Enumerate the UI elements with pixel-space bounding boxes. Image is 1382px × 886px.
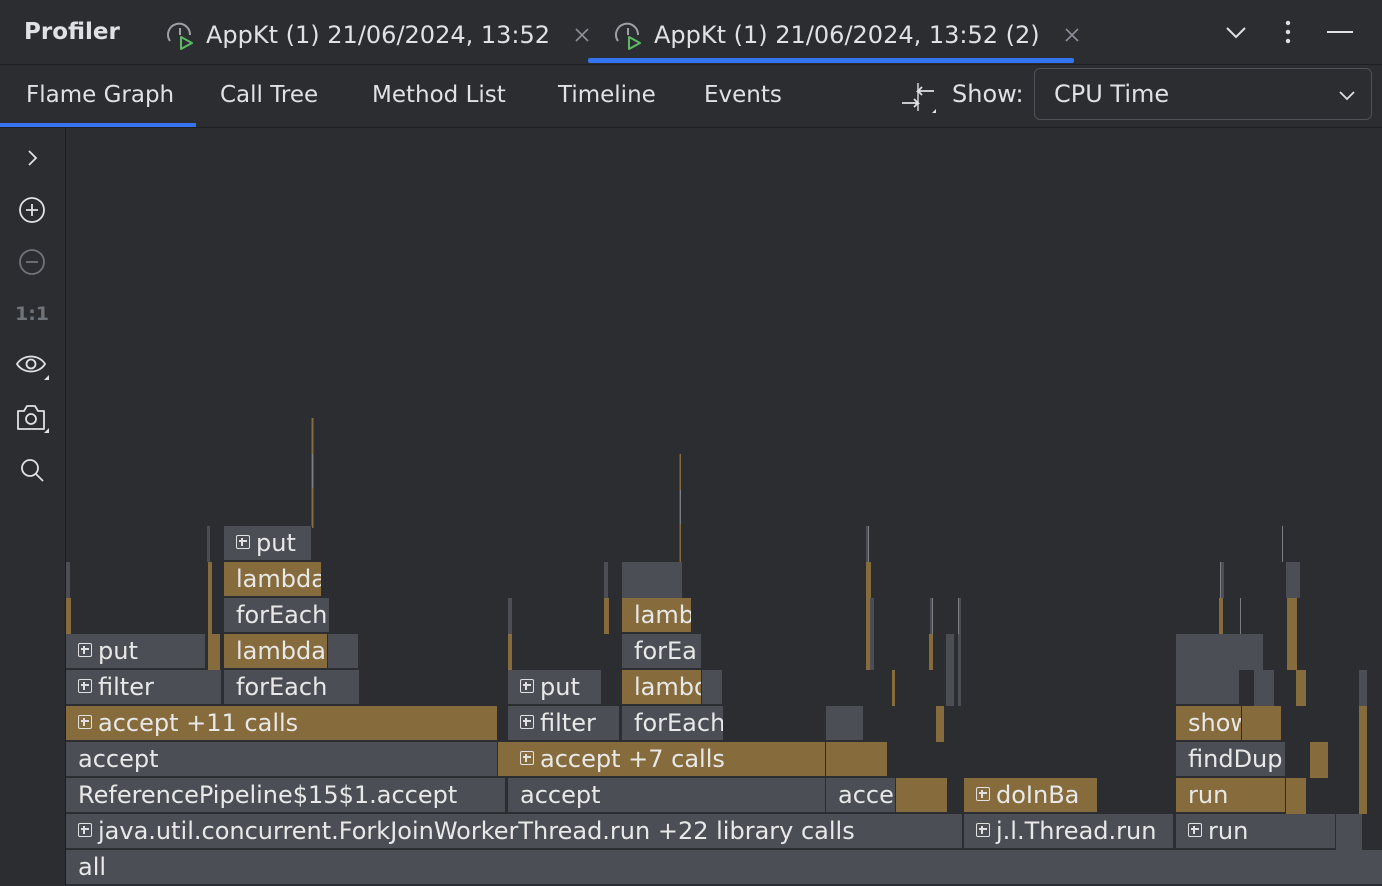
expand-frame-icon [520,679,534,693]
minimize-icon[interactable] [1326,18,1354,46]
chevron-down-icon [1339,91,1355,101]
flame-frame[interactable]: findDup [1176,742,1286,776]
more-vertical-icon[interactable] [1274,18,1302,46]
compare-arrows-icon[interactable] [898,79,938,115]
profiler-snapshot-icon [615,22,641,50]
flame-frame-root[interactable]: all [66,850,1382,884]
chevron-right-icon [28,150,38,166]
flame-frame[interactable]: lambda [224,562,322,596]
tab-timeline[interactable]: Timeline [558,82,656,108]
profiler-snapshot-icon [167,22,193,50]
flame-frame[interactable] [826,742,888,776]
zoom-in-icon [19,197,45,223]
flame-frame[interactable]: acce [826,778,896,812]
flame-frame[interactable]: forEach [622,706,724,740]
tab-method-list[interactable]: Method List [372,82,506,108]
camera-icon [17,405,49,433]
expand-frame-icon [236,535,250,549]
reset-zoom-button[interactable]: 1:1 [14,296,50,332]
flame-frame[interactable] [328,634,358,668]
flame-frame[interactable] [498,742,508,776]
show-metric-value: CPU Time [1054,80,1170,108]
left-toolbar: 1:1 [0,128,66,886]
flame-graph[interactable]: all java.util.concurrent.ForkJoinWorkerT… [66,128,1382,886]
zoom-out-button[interactable] [14,244,50,280]
view-options-button[interactable] [14,348,50,384]
flame-frame[interactable]: accept +11 calls [66,706,498,740]
flame-frame[interactable]: forEach [224,598,330,632]
flame-frame[interactable]: forEa [622,634,702,668]
tab-label: AppKt (1) 21/06/2024, 13:52 (2) [654,21,1040,49]
expand-frame-icon [78,715,92,729]
expand-frame-icon [1188,823,1202,837]
flame-frame[interactable]: forEach [224,670,360,704]
flame-frame[interactable]: lamb [622,598,692,632]
zoom-in-button[interactable] [14,192,50,228]
capture-button[interactable] [14,400,50,436]
app-title: Profiler [24,19,120,45]
view-tabs-bar: Flame Graph Call Tree Method List Timeli… [0,65,1382,128]
flame-frame[interactable]: accept +7 calls [508,742,826,776]
flame-frame[interactable]: j.l.Thread.run [964,814,1174,848]
flame-frame[interactable]: lambda [224,634,328,668]
expand-frame-icon [78,823,92,837]
expand-frame-icon [976,787,990,801]
expand-frame-icon [78,643,92,657]
eye-icon [15,355,49,380]
flame-frame[interactable]: put [66,634,206,668]
title-bar: Profiler AppKt (1) 21/06/2024, 13:52 App… [0,0,1382,65]
flame-frame[interactable] [1176,670,1240,704]
flame-frame[interactable]: lambd [622,670,702,704]
flame-frame[interactable]: accept [508,778,826,812]
tab-snapshot-2[interactable]: AppKt (1) 21/06/2024, 13:52 (2) [612,14,1080,56]
expand-frame-icon [976,823,990,837]
search-icon [21,459,44,482]
tab-snapshot-1[interactable]: AppKt (1) 21/06/2024, 13:52 [164,14,590,56]
flame-frame[interactable] [826,706,864,740]
zoom-out-icon [19,249,45,275]
close-icon[interactable] [1064,27,1080,43]
reset-zoom-label: 1:1 [14,303,50,325]
flame-frame[interactable] [1242,706,1282,740]
expand-frame-icon [520,751,534,765]
tab-call-tree[interactable]: Call Tree [220,82,318,108]
show-label: Show: [952,80,1024,108]
flame-frame[interactable]: run [1176,778,1286,812]
flame-frame[interactable]: accept [66,742,498,776]
flame-frame[interactable] [702,670,722,704]
flame-frame[interactable]: ReferencePipeline$15$1.accept [66,778,506,812]
flame-frame[interactable]: put [224,526,312,560]
expand-button[interactable] [14,140,50,176]
search-button[interactable] [14,452,50,488]
flame-frame[interactable]: show [1176,706,1242,740]
flame-frame[interactable]: put [508,670,602,704]
active-view-tab-indicator [0,123,196,127]
show-metric-dropdown[interactable]: CPU Time [1034,68,1372,120]
expand-frame-icon [520,715,534,729]
flame-frame[interactable]: java.util.concurrent.ForkJoinWorkerThrea… [66,814,963,848]
flame-frame[interactable]: filter [508,706,620,740]
chevron-down-icon[interactable] [1222,18,1250,46]
tab-events[interactable]: Events [704,82,782,108]
expand-frame-icon [78,679,92,693]
active-tab-indicator [588,58,1074,63]
tab-flame-graph[interactable]: Flame Graph [26,82,174,108]
flame-frame[interactable]: doInBa [964,778,1098,812]
close-icon[interactable] [574,27,590,43]
flame-frame[interactable]: run [1176,814,1336,848]
flame-frame[interactable]: filter [66,670,222,704]
flame-frame[interactable] [896,778,948,812]
tab-label: AppKt (1) 21/06/2024, 13:52 [206,21,551,49]
